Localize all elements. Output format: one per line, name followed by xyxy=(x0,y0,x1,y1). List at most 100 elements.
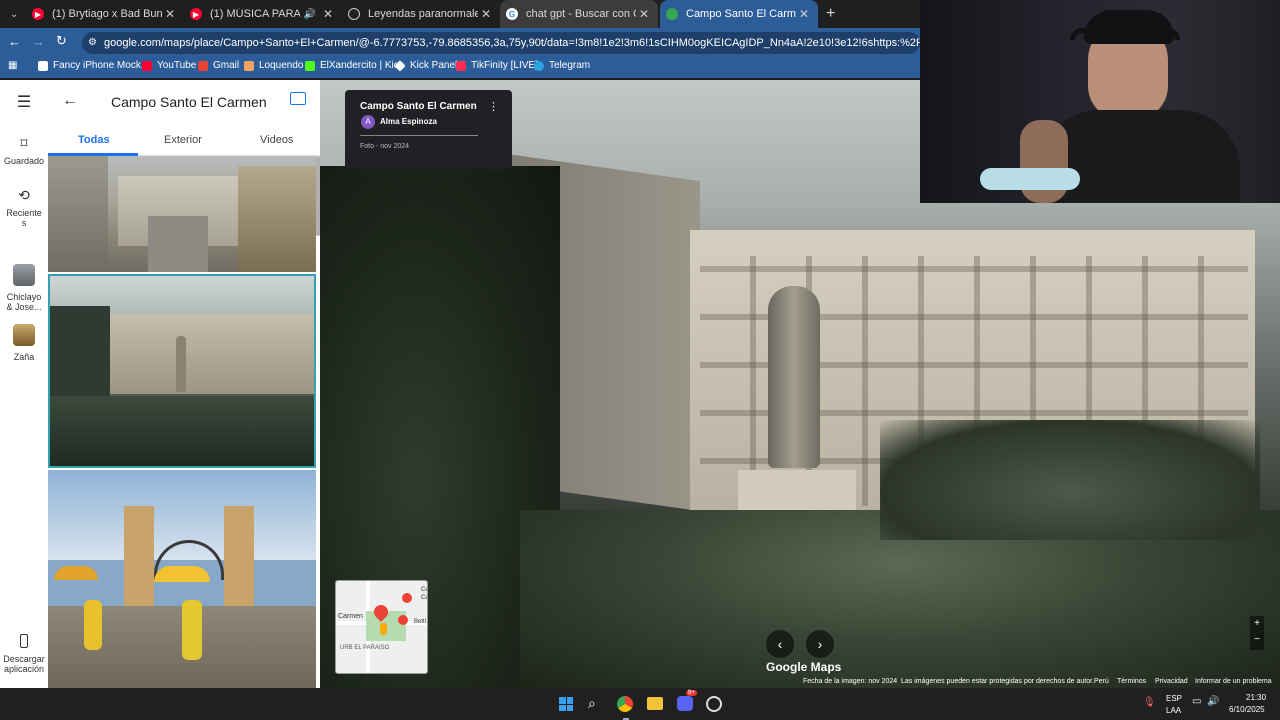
close-icon[interactable]: ✕ xyxy=(320,7,336,21)
tab-exterior[interactable]: Exterior xyxy=(164,134,202,146)
bookmark-icon xyxy=(38,60,48,71)
site-info-icon[interactable]: ⚙ xyxy=(88,32,97,54)
tab-todas[interactable]: Todas xyxy=(78,134,110,146)
bookmark-icon: ⌑ xyxy=(20,135,28,151)
tab-2[interactable]: ▶ (1) MÚSICA PARA LEER TERR 🔊 ✕ xyxy=(184,0,342,28)
next-photo-button[interactable]: › xyxy=(806,630,834,658)
add-photo-icon[interactable] xyxy=(290,92,306,105)
start-icon[interactable] xyxy=(559,697,573,711)
chevron-down-icon: ⌄ xyxy=(10,8,19,20)
bookmark-kick-panel[interactable]: Kick Panel xyxy=(394,59,457,72)
recent-place-chiclayo[interactable]: Chiclayo & Jose... xyxy=(0,264,48,312)
minimap[interactable]: Carmen URB EL PARAISO Betti Ce Ca xyxy=(335,580,428,674)
copyright-notice: Las imágenes pueden estar protegidas por… xyxy=(901,678,1095,685)
photo-info-card: Campo Santo El Carmen ⋮ A Alma Espinoza … xyxy=(345,90,512,169)
file-explorer-icon[interactable] xyxy=(647,697,663,710)
close-icon[interactable]: ✕ xyxy=(636,7,652,21)
bookmark-gmail[interactable]: Gmail xyxy=(198,60,239,71)
map-label: Betti xyxy=(414,619,427,625)
new-tab-button[interactable]: + xyxy=(820,0,840,28)
kick-panel-icon xyxy=(394,59,406,72)
tab-search-button[interactable]: ⌄ xyxy=(0,0,26,28)
obs-icon[interactable] xyxy=(706,696,722,712)
photo-thumbnail[interactable] xyxy=(48,470,316,688)
previous-photo-button[interactable]: ‹ xyxy=(766,630,794,658)
keyboard-layout[interactable]: LAA xyxy=(1166,706,1181,715)
history-icon: ⟲ xyxy=(18,187,30,203)
zoom-out-button[interactable]: − xyxy=(1250,632,1264,648)
download-label: Descargar xyxy=(3,654,45,664)
download-app-button[interactable]: Descargar aplicación xyxy=(0,634,48,674)
tab-3[interactable]: Leyendas paranormales Chiclay ✕ xyxy=(342,0,500,28)
bookmark-loquendo[interactable]: Loquendo xyxy=(244,60,304,71)
bookmark-kick[interactable]: ElXandercito | Kick xyxy=(305,60,404,71)
chevron-left-icon: ‹ xyxy=(777,636,783,652)
clock-date[interactable]: 6/10/2025 xyxy=(1229,705,1265,714)
more-options-icon[interactable]: ⋮ xyxy=(488,100,499,113)
search-icon[interactable]: ⌕ xyxy=(588,695,596,712)
tab-4[interactable]: G chat gpt - Buscar con Google ✕ xyxy=(500,0,658,28)
telegram-icon xyxy=(534,60,544,71)
apps-icon[interactable]: ▦ xyxy=(8,60,17,71)
bookmark-youtube[interactable]: YouTube xyxy=(142,60,196,71)
network-icon[interactable]: ▭ xyxy=(1192,696,1201,707)
url-text: google.com/maps/place/Campo+Santo+El+Car… xyxy=(104,37,920,49)
clock-time[interactable]: 21:30 xyxy=(1246,693,1266,702)
recents-button[interactable]: ⟲ Reciente s xyxy=(0,186,48,228)
report-problem-link[interactable]: Informar de un problema xyxy=(1195,678,1272,685)
webcam-overlay xyxy=(920,0,1280,203)
address-bar[interactable]: ⚙ google.com/maps/place/Campo+Santo+El+C… xyxy=(82,32,920,54)
virgin-statue xyxy=(768,286,820,468)
author-avatar[interactable]: A xyxy=(361,115,375,129)
download-label-2: aplicación xyxy=(3,664,45,674)
author-name[interactable]: Alma Espinoza xyxy=(380,117,437,126)
terms-link[interactable]: Términos xyxy=(1117,678,1146,685)
photo-thumbnails xyxy=(48,156,320,688)
country-link[interactable]: Perú xyxy=(1094,678,1109,685)
map-pin-icon xyxy=(398,615,408,625)
back-arrow-icon[interactable]: ← xyxy=(62,92,78,110)
microphone-icon[interactable]: 🎙 xyxy=(1143,697,1156,708)
map-label: Ce xyxy=(421,587,428,593)
google-maps-logo: Google Maps xyxy=(766,660,842,674)
place-label: Chiclayo xyxy=(6,292,42,302)
zoom-controls: + − xyxy=(1250,616,1264,650)
google-icon: G xyxy=(506,8,518,20)
privacy-link[interactable]: Privacidad xyxy=(1155,678,1188,685)
tab-5-active[interactable]: Campo Santo El Carmen - Goog ✕ xyxy=(660,0,818,28)
close-icon[interactable]: ✕ xyxy=(478,7,494,21)
bookmark-fancy-iphone[interactable]: Fancy iPhone Mock... xyxy=(38,60,149,71)
volume-icon[interactable]: 🔊 xyxy=(1207,696,1219,707)
zoom-in-button[interactable]: + xyxy=(1250,616,1264,632)
recent-place-zana[interactable]: Zaña xyxy=(0,324,48,362)
bookmark-tikfinity[interactable]: TikFinity [LIVE] xyxy=(456,60,538,71)
photo-thumbnail[interactable] xyxy=(48,156,316,272)
microphone xyxy=(980,168,1080,190)
close-icon[interactable]: ✕ xyxy=(162,7,178,21)
tab-videos[interactable]: Videos xyxy=(260,134,293,146)
pegman-icon xyxy=(380,623,387,635)
tab-1[interactable]: ▶ (1) Brytiago x Bad Bunny - NETF ✕ xyxy=(26,0,184,28)
tab-title: Campo Santo El Carmen - Goog xyxy=(686,8,796,20)
place-thumbnail xyxy=(13,324,35,346)
panel-header: ← Campo Santo El Carmen xyxy=(48,80,320,126)
chrome-icon[interactable] xyxy=(617,696,633,712)
photos-panel: ← Campo Santo El Carmen Todas Exterior V… xyxy=(48,80,320,688)
place-name[interactable]: Campo Santo El Carmen xyxy=(360,101,477,112)
bookmark-telegram[interactable]: Telegram xyxy=(534,60,590,71)
menu-icon[interactable]: ☰ xyxy=(0,95,48,111)
reload-icon[interactable]: ↻ xyxy=(56,33,67,49)
hedge-right xyxy=(880,420,1260,540)
youtube-icon: ▶ xyxy=(32,8,44,20)
place-thumbnail xyxy=(13,264,35,286)
tikfinity-icon xyxy=(456,60,466,71)
saved-button[interactable]: ⌑ Guardado xyxy=(0,134,48,166)
kick-icon xyxy=(305,60,315,71)
discord-icon[interactable] xyxy=(677,696,693,711)
back-icon[interactable]: ← xyxy=(8,34,21,49)
language-code[interactable]: ESP xyxy=(1166,694,1182,703)
forward-icon[interactable]: → xyxy=(32,34,45,49)
photo-category-tabs: Todas Exterior Videos xyxy=(48,126,320,156)
close-icon[interactable]: ✕ xyxy=(796,7,812,21)
photo-thumbnail-selected[interactable] xyxy=(48,274,316,468)
